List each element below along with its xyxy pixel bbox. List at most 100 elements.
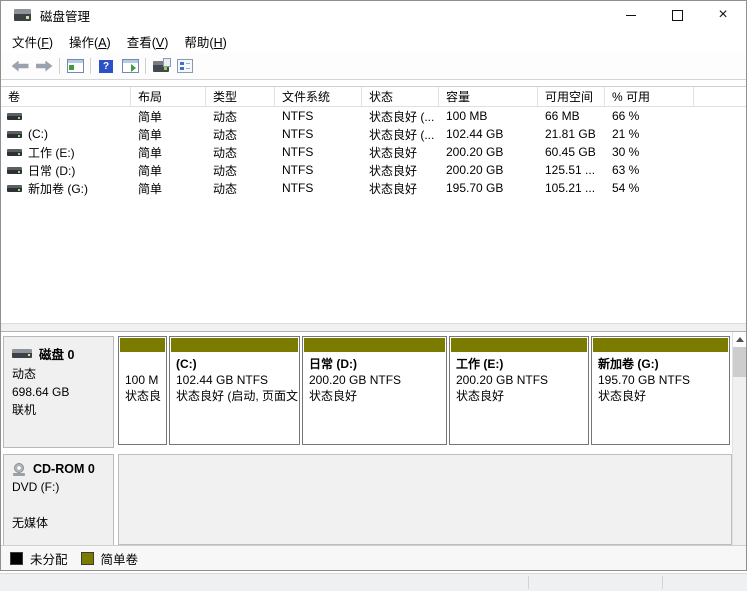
partition-text: 100 M 状态良: [125, 373, 162, 403]
properties-checklist-button[interactable]: [173, 55, 197, 77]
volume-row[interactable]: 新加卷 (G:) 简单 动态 NTFS 状态良好 195.70 GB 105.21 ... 5…: [1, 179, 746, 197]
cell-type: 动态: [213, 163, 238, 178]
title-bar: 磁盘管理 ×: [1, 1, 746, 29]
cell-volume: 新加卷 (G:): [1, 179, 131, 197]
column-header-free-space[interactable]: 可用空间: [538, 87, 605, 106]
cell-status: 状态良好: [369, 145, 418, 160]
legend-swatch: [10, 551, 23, 565]
graphical-view-pane: 磁盘 0 动态 698.64 GB 联机 100 M 状态良 (C:) 102.44 …: [1, 332, 746, 570]
disk0-type: 动态: [12, 367, 37, 381]
volume-row[interactable]: 工作 (E:) 简单 动态 NTFS 状态良好 200.20 GB 60.45 GB 30 %: [1, 143, 746, 161]
volume-table-body: 简单 动态 NTFS 状态良好 (... 100 MB 66 MB 66 % (C:) 简单 动态…: [1, 107, 746, 197]
show-action-pane-button[interactable]: [118, 55, 142, 77]
cell-percent-free: 66 %: [612, 109, 640, 123]
volume-row[interactable]: (C:) 简单 动态 NTFS 状态良好 (... 102.44 GB 21.81 GB 21…: [1, 125, 746, 143]
cell-status: 状态良好: [369, 163, 418, 178]
partition-color-strip: [451, 338, 587, 352]
cell-free-space: 21.81 GB: [545, 127, 596, 141]
volume-list-pane: 卷布局 类型 文件系统 状态 容量 可用空间% 可用 简单 动态 NTFS 状态良好 (... 1…: [1, 80, 746, 323]
cell-status: 状态良好 (...: [369, 109, 435, 124]
cell-volume: 日常 (D:): [1, 161, 131, 179]
toolbar: ?: [1, 53, 746, 80]
disk0-partitions: 100 M 状态良 (C:) 102.44 GB NTFS 状态良好 (启动, 页面文日…: [118, 336, 732, 445]
column-header-volume[interactable]: 卷: [1, 87, 131, 106]
maximize-button[interactable]: [654, 1, 700, 29]
disk0-name: 磁盘 0: [39, 348, 75, 362]
volume-table-header: 卷布局 类型 文件系统 状态 容量 可用空间% 可用: [1, 86, 746, 107]
cell-percent-free: 54 %: [612, 181, 640, 195]
disk0-info-panel[interactable]: 磁盘 0 动态 698.64 GB 联机: [3, 336, 114, 448]
menu-item-h[interactable]: 帮助(H): [176, 29, 234, 54]
chevron-up-icon: [736, 337, 744, 342]
close-button[interactable]: ×: [700, 1, 746, 29]
disk-popup-button[interactable]: [149, 55, 173, 77]
partition-4[interactable]: 新加卷 (G:) 195.70 GB NTFS 状态良好: [591, 336, 730, 445]
cell-volume: [1, 107, 131, 125]
cell-volume: (C:): [1, 125, 131, 143]
window-title: 磁盘管理: [40, 9, 91, 24]
column-header-layout[interactable]: 布局: [131, 87, 206, 106]
help-button[interactable]: ?: [94, 55, 118, 77]
show-console-tree-button[interactable]: [63, 55, 87, 77]
volume-icon: [7, 130, 22, 138]
partition-2[interactable]: 日常 (D:) 200.20 GB NTFS 状态良好: [302, 336, 447, 445]
column-header-capacity[interactable]: 容量: [439, 87, 538, 106]
cell-file-system: NTFS: [282, 163, 314, 177]
volume-row[interactable]: 简单 动态 NTFS 状态良好 (... 100 MB 66 MB 66 %: [1, 107, 746, 125]
cell-file-system: NTFS: [282, 181, 314, 195]
partition-color-strip: [171, 338, 298, 352]
cdrom-empty-track[interactable]: [118, 454, 732, 545]
taskbar-strip: [0, 573, 747, 591]
minimize-icon: [626, 14, 636, 16]
taskbar-separator: [528, 576, 529, 589]
cdrom-info-panel[interactable]: CD-ROM 0 DVD (F:) 无媒体: [3, 454, 114, 545]
cdrom-name: CD-ROM 0: [33, 462, 95, 476]
cell-volume: 工作 (E:): [1, 143, 131, 161]
menu-bar: 文件(F) 操作(A) 查看(V) 帮助(H): [1, 29, 746, 53]
minimize-button[interactable]: [608, 1, 654, 29]
cdrom-header: CD-ROM 0: [4, 455, 113, 478]
partition-3[interactable]: 工作 (E:) 200.20 GB NTFS 状态良好: [449, 336, 589, 445]
volume-row[interactable]: 日常 (D:) 简单 动态 NTFS 状态良好 200.20 GB 125.51 ... 63…: [1, 161, 746, 179]
scrollbar-thumb[interactable]: [733, 347, 746, 377]
hard-disk-icon: [12, 349, 32, 358]
toolbar-separator: [59, 58, 60, 74]
partition-0[interactable]: 100 M 状态良: [118, 336, 167, 445]
legend-item: 未分配: [10, 549, 68, 568]
show-action-pane-icon: [121, 59, 139, 73]
volume-icon: [7, 184, 22, 192]
menu-item-f[interactable]: 文件(F): [4, 29, 61, 54]
back-button[interactable]: [8, 55, 32, 77]
column-header-percent-free[interactable]: % 可用: [605, 87, 694, 106]
disk0-row: 磁盘 0 动态 698.64 GB 联机 100 M 状态良 (C:) 102.44 …: [3, 336, 732, 448]
column-header-status[interactable]: 状态: [362, 87, 439, 106]
menu-item-v[interactable]: 查看(V): [119, 29, 177, 54]
forward-button[interactable]: [32, 55, 56, 77]
vertical-scrollbar[interactable]: [732, 332, 746, 545]
cell-percent-free: 30 %: [612, 145, 640, 159]
disk-rows: 磁盘 0 动态 698.64 GB 联机 100 M 状态良 (C:) 102.44 …: [1, 332, 732, 545]
pane-splitter[interactable]: [1, 323, 746, 332]
cell-capacity: 102.44 GB: [446, 127, 504, 141]
partition-1[interactable]: (C:) 102.44 GB NTFS 状态良好 (启动, 页面文: [169, 336, 300, 445]
cell-file-system: NTFS: [282, 127, 314, 141]
cell-status: 状态良好: [369, 181, 418, 196]
cdrom-spacer: [4, 496, 113, 514]
legend-item: 简单卷: [80, 549, 138, 568]
column-header-type[interactable]: 类型: [206, 87, 275, 106]
column-header-file-system[interactable]: 文件系统: [275, 87, 362, 106]
cell-free-space: 105.21 ...: [545, 181, 596, 195]
cell-percent-free: 63 %: [612, 163, 640, 177]
cell-status: 状态良好 (...: [369, 127, 435, 142]
cell-layout: 简单: [138, 163, 163, 178]
partition-text: 新加卷 (G:) 195.70 GB NTFS 状态良好: [598, 357, 691, 403]
cell-type: 动态: [213, 109, 238, 124]
scroll-up-button[interactable]: [733, 332, 746, 347]
cell-capacity: 100 MB: [446, 109, 488, 123]
cdrom-icon: [12, 462, 27, 476]
menu-item-a[interactable]: 操作(A): [61, 29, 119, 54]
partition-color-strip: [304, 338, 445, 352]
cdrom-media-status: 无媒体: [12, 516, 49, 530]
volume-icon: [7, 166, 22, 174]
show-console-tree-icon: [66, 59, 84, 73]
